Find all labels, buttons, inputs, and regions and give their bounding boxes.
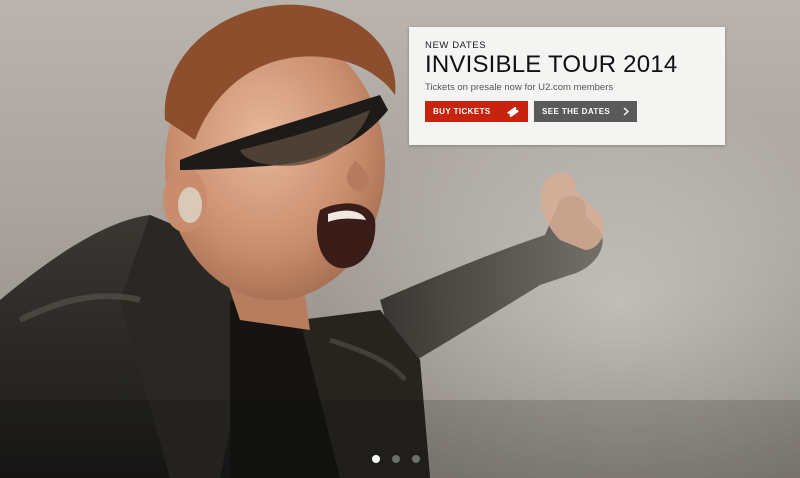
eyebrow-label: NEW DATES (425, 40, 487, 51)
see-the-dates-label: SEE THE DATES (542, 107, 611, 116)
see-the-dates-button[interactable]: SEE THE DATES (534, 101, 637, 122)
chevron-right-icon (623, 107, 629, 116)
carousel-dot-1[interactable] (372, 455, 380, 463)
promo-panel: NEW DATES INVISIBLE TOUR 2014 Tickets on… (409, 27, 725, 145)
promo-title: INVISIBLE TOUR 2014 (425, 51, 678, 78)
buy-tickets-button[interactable]: BUY TICKETS (425, 101, 528, 122)
carousel-pagination (372, 455, 420, 463)
buy-tickets-label: BUY TICKETS (433, 107, 491, 116)
promo-actions: BUY TICKETS SEE THE DATES (425, 101, 709, 122)
carousel-dot-3[interactable] (412, 455, 420, 463)
ticket-icon (506, 106, 520, 117)
promo-subtitle: Tickets on presale now for U2.com member… (425, 82, 614, 93)
carousel-dot-2[interactable] (392, 455, 400, 463)
